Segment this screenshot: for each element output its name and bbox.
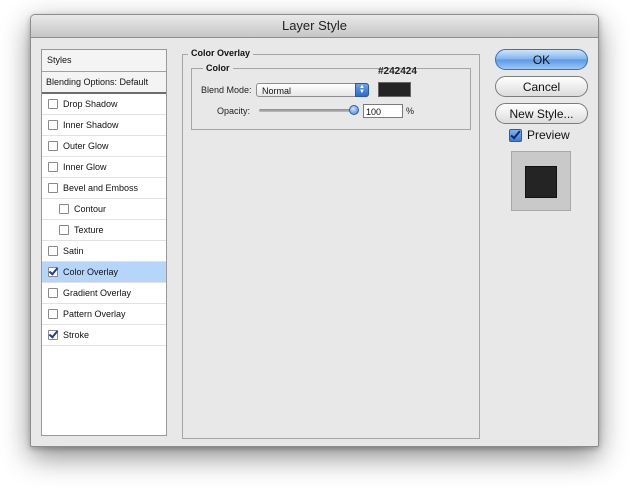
style-item-inner-shadow[interactable]: Inner Shadow (42, 115, 166, 136)
checkbox-icon[interactable] (48, 141, 58, 151)
style-item-color-overlay[interactable]: Color Overlay (42, 262, 166, 283)
style-item-stroke[interactable]: Stroke (42, 325, 166, 346)
style-item-label: Gradient Overlay (63, 288, 132, 298)
checkbox-icon[interactable] (48, 288, 58, 298)
blend-mode-label: Blend Mode: (201, 85, 252, 95)
color-group: Color Blend Mode: Normal ▲ ▼ #242424 Opac… (191, 63, 471, 130)
checkbox-icon[interactable] (48, 267, 58, 277)
style-item-label: Contour (74, 204, 107, 214)
color-swatch[interactable] (378, 82, 411, 97)
checkbox-icon[interactable] (59, 225, 69, 235)
color-overlay-section: Color Overlay Color Blend Mode: Normal ▲… (182, 48, 480, 439)
checkbox-icon[interactable] (48, 99, 58, 109)
checkbox-icon[interactable] (48, 330, 58, 340)
preview-toggle[interactable]: Preview (509, 128, 570, 142)
blend-mode-select[interactable]: Normal ▲ ▼ (256, 83, 369, 97)
style-item-inner-glow[interactable]: Inner Glow (42, 157, 166, 178)
checkbox-icon[interactable] (59, 204, 69, 214)
style-item-label: Stroke (63, 330, 90, 340)
ok-button[interactable]: OK (495, 49, 588, 70)
blend-mode-value: Normal (262, 86, 292, 96)
style-item-pattern-overlay[interactable]: Pattern Overlay (42, 304, 166, 325)
layer-style-dialog: Layer Style Styles Blending Options: Def… (30, 14, 599, 447)
section-title: Color Overlay (188, 48, 254, 58)
style-item-label: Drop Shadow (63, 99, 118, 109)
preview-checkbox[interactable] (509, 128, 522, 142)
style-item-texture[interactable]: Texture (42, 220, 166, 241)
style-item-bevel-and-emboss[interactable]: Bevel and Emboss (42, 178, 166, 199)
checkbox-icon[interactable] (48, 120, 58, 130)
new-style-button[interactable]: New Style... (495, 103, 588, 124)
color-group-title: Color (203, 63, 233, 73)
checkbox-icon[interactable] (48, 246, 58, 256)
cancel-button[interactable]: Cancel (495, 76, 588, 97)
style-item-label: Inner Shadow (63, 120, 119, 130)
styles-panel: Styles Blending Options: Default Drop Sh… (41, 49, 167, 436)
opacity-slider[interactable] (259, 105, 359, 115)
checkbox-icon[interactable] (48, 162, 58, 172)
opacity-slider-knob[interactable] (349, 105, 359, 115)
window-title: Layer Style (31, 15, 598, 38)
color-hex-label: #242424 (378, 66, 417, 77)
preview-thumbnail (511, 151, 571, 211)
checkbox-icon[interactable] (48, 309, 58, 319)
style-item-contour[interactable]: Contour (42, 199, 166, 220)
style-item-label: Texture (74, 225, 104, 235)
checkbox-icon[interactable] (48, 183, 58, 193)
style-item-label: Outer Glow (63, 141, 109, 151)
styles-header[interactable]: Styles (42, 50, 166, 72)
style-item-gradient-overlay[interactable]: Gradient Overlay (42, 283, 166, 304)
style-list: Drop Shadow Inner Shadow Outer Glow Inner G… (42, 94, 166, 346)
opacity-unit: % (406, 106, 415, 116)
preview-label: Preview (527, 128, 570, 142)
preview-swatch (525, 166, 557, 198)
blending-options-item[interactable]: Blending Options: Default (42, 72, 166, 94)
style-item-label: Pattern Overlay (63, 309, 126, 319)
style-item-drop-shadow[interactable]: Drop Shadow (42, 94, 166, 115)
style-item-satin[interactable]: Satin (42, 241, 166, 262)
opacity-label: Opacity: (217, 106, 251, 116)
style-item-outer-glow[interactable]: Outer Glow (42, 136, 166, 157)
style-item-label: Inner Glow (63, 162, 107, 172)
opacity-input[interactable]: 100 (363, 104, 403, 118)
style-item-label: Bevel and Emboss (63, 183, 139, 193)
style-item-label: Color Overlay (63, 267, 119, 277)
select-arrows-icon: ▲ ▼ (355, 83, 369, 97)
style-item-label: Satin (63, 246, 84, 256)
